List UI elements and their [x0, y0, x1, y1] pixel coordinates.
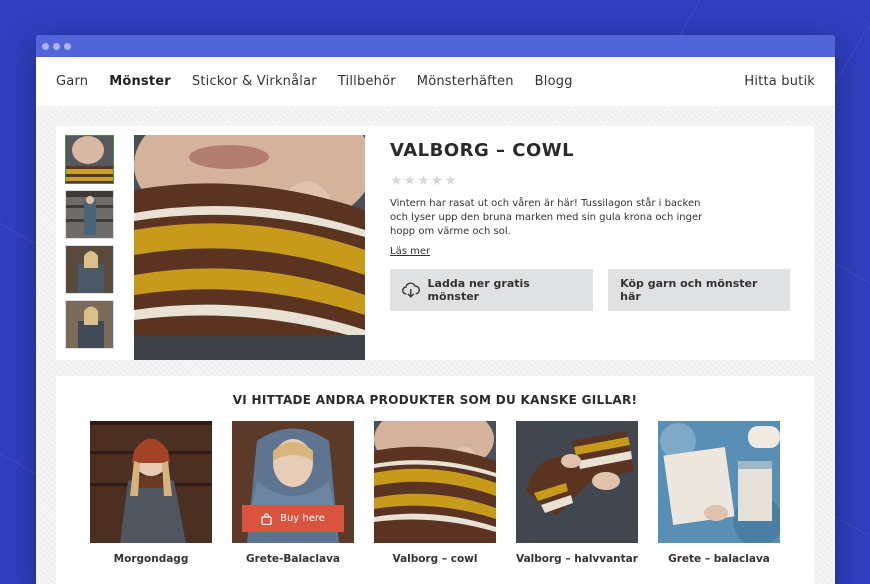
nav-item-monsterhaften[interactable]: Mönsterhäften [417, 74, 514, 89]
product-card: VALBORG – COWL ★★★★★ Vintern har rasat u… [56, 126, 814, 360]
product-name: Grete – balaclava [668, 553, 770, 565]
product-item[interactable]: Buy here Grete-Balaclava [232, 421, 354, 565]
action-buttons: Ladda ner gratis mönster Köp garn och mö… [390, 269, 790, 311]
product-name: Valborg – halvvantar [516, 553, 638, 565]
thumbnail-list [65, 135, 114, 355]
product-item[interactable]: Grete – balaclava [658, 421, 780, 565]
shopping-bag-icon [261, 512, 272, 525]
window-dot[interactable] [42, 42, 49, 50]
download-pattern-button[interactable]: Ladda ner gratis mönster [390, 269, 594, 311]
window-titlebar [36, 35, 835, 57]
buy-here-button[interactable]: Buy here [242, 505, 344, 532]
product-item[interactable]: Morgondagg [90, 421, 212, 565]
find-store-link[interactable]: Hitta butik [744, 74, 815, 89]
cloud-download-icon [402, 282, 420, 298]
product-image [516, 421, 638, 543]
buy-here-label: Buy here [280, 513, 325, 524]
product-image: Buy here [232, 421, 354, 543]
thumbnail-3[interactable] [65, 245, 114, 294]
nav-item-stickor[interactable]: Stickor & Virknålar [192, 74, 317, 89]
product-info: VALBORG – COWL ★★★★★ Vintern har rasat u… [390, 140, 790, 311]
nav-item-blogg[interactable]: Blogg [535, 74, 573, 89]
product-title: VALBORG – COWL [390, 140, 575, 161]
product-description: Vintern har rasat ut och våren är här! T… [390, 198, 703, 237]
product-image [90, 421, 212, 543]
rating-stars[interactable]: ★★★★★ [390, 173, 790, 189]
thumbnail-4[interactable] [65, 300, 114, 349]
page-content: VALBORG – COWL ★★★★★ Vintern har rasat u… [36, 106, 835, 584]
product-image [374, 421, 496, 543]
product-main-image [134, 135, 365, 360]
buy-yarn-label: Köp garn och mönster här [620, 277, 758, 303]
product-name: Grete-Balaclava [245, 553, 341, 565]
nav-item-tillbehor[interactable]: Tillbehör [338, 74, 396, 89]
related-products-card: VI HITTADE ANDRA PRODUKTER SOM DU KANSKE… [56, 376, 814, 584]
buy-yarn-button[interactable]: Köp garn och mönster här [608, 269, 790, 311]
thumbnail-1[interactable] [65, 135, 114, 184]
read-more-link[interactable]: Läs mer [390, 246, 430, 257]
related-products-list: Morgondagg Buy here Grete-Balaclava Valb… [90, 421, 780, 565]
product-item[interactable]: Valborg – cowl [374, 421, 496, 565]
product-name: Morgondagg [113, 553, 189, 565]
thumbnail-2[interactable] [65, 190, 114, 239]
download-pattern-label: Ladda ner gratis mönster [427, 277, 530, 303]
product-name: Valborg – cowl [392, 553, 478, 565]
main-nav: Garn Mönster Stickor & Virknålar Tillbeh… [36, 57, 835, 106]
related-products-title: VI HITTADE ANDRA PRODUKTER SOM DU KANSKE… [232, 393, 638, 407]
nav-item-monster[interactable]: Mönster [109, 74, 171, 89]
browser-window: Garn Mönster Stickor & Virknålar Tillbeh… [36, 35, 835, 584]
nav-item-garn[interactable]: Garn [56, 74, 88, 89]
product-image [658, 421, 780, 543]
window-dot[interactable] [53, 42, 60, 50]
product-item[interactable]: Valborg – halvvantar [516, 421, 638, 565]
window-dot[interactable] [64, 42, 71, 50]
